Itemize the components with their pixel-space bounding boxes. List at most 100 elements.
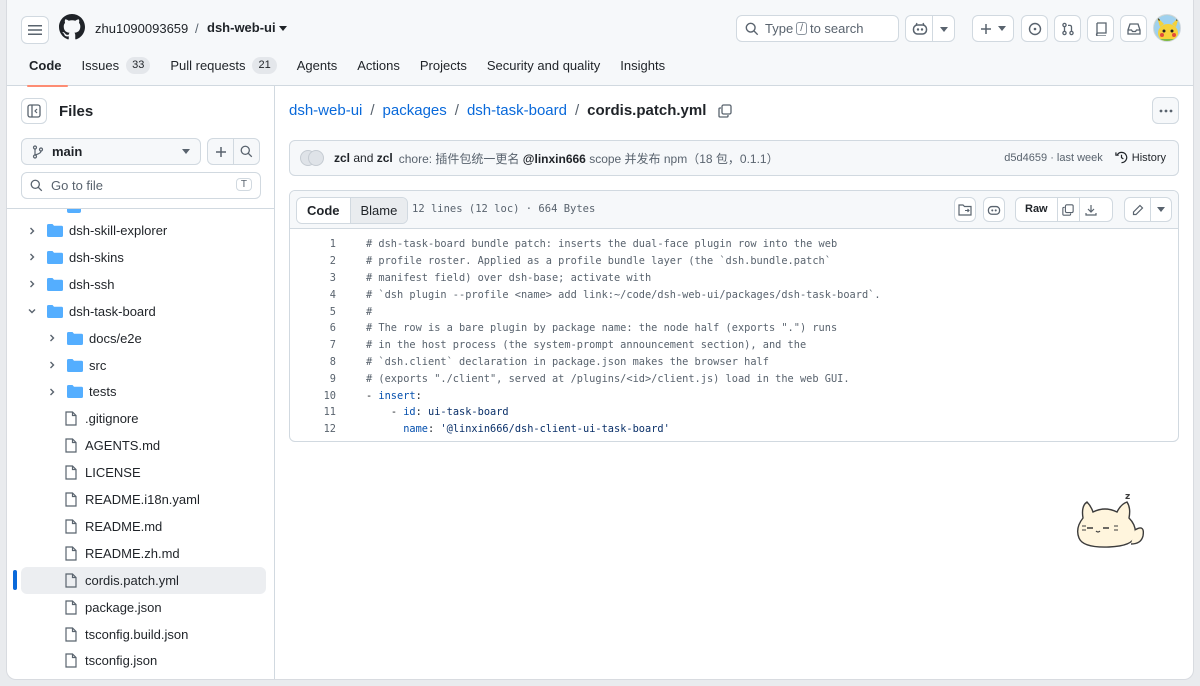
edit-file-button[interactable] [1125,198,1151,221]
chevron-right-icon[interactable] [27,226,37,236]
code-view-button[interactable]: Code [297,198,351,223]
breadcrumb-dsh-task-board-link[interactable]: dsh-task-board [467,102,567,119]
collapse-sidebar-button[interactable] [21,98,47,124]
line-number[interactable]: 6 [290,322,336,334]
issues-button[interactable] [1021,15,1048,42]
file-tree-file[interactable]: AGENTS.md [21,432,266,459]
edit-dropdown-button[interactable] [1151,207,1171,212]
repositories-button[interactable] [1087,15,1114,42]
tree-item-icon [67,384,83,400]
file-tree-folder[interactable]: dsh-skins [21,244,266,271]
tab-actions[interactable]: Actions [349,50,412,86]
file-tree-folder[interactable]: docs/e2e [21,325,266,352]
chevron-right-icon[interactable] [47,333,57,343]
tab-insights[interactable]: Insights [612,50,677,86]
tree-item-icon [47,276,63,292]
tree-expander[interactable] [45,331,59,345]
breadcrumb-repo-link[interactable]: dsh-web-ui [289,102,362,119]
more-options-button[interactable] [1152,97,1179,124]
folder-icon [67,358,83,372]
tree-expander[interactable] [25,250,39,264]
commit-author-link[interactable]: zcl [334,151,350,165]
tab-code[interactable]: Code [21,50,74,87]
tab-issues[interactable]: Issues 33 [74,50,163,86]
line-number[interactable]: 11 [290,406,336,418]
tab-label: Issues [81,57,120,73]
copilot-dropdown-caret-icon[interactable] [940,27,948,32]
inbox-button[interactable] [1120,15,1147,42]
file-tree-file[interactable]: LICENSE [21,459,266,486]
ask-copilot-button[interactable] [983,197,1005,222]
tab-agents[interactable]: Agents [289,50,349,86]
file-tree-file[interactable]: tsconfig.json [21,647,266,674]
tab-projects[interactable]: Projects [412,50,479,86]
file-tree-file[interactable]: package.json [21,594,266,621]
line-number[interactable]: 3 [290,272,336,284]
file-tree-file[interactable]: README.i18n.yaml [21,486,266,513]
line-number[interactable]: 1 [290,238,336,250]
line-number[interactable]: 2 [290,255,336,267]
comment-text: # profile roster. Applied as a profile b… [366,255,831,268]
line-number[interactable]: 9 [290,373,336,385]
file-tree-folder[interactable]: tests [21,378,266,405]
line-number[interactable]: 12 [290,423,336,435]
file-tree-file[interactable]: README.zh.md [21,540,266,567]
raw-button[interactable]: Raw [1016,198,1058,221]
folder-icon [47,250,63,264]
chevron-right-icon[interactable] [47,360,57,370]
github-logo-icon[interactable] [59,14,85,40]
tab-security-and-quality[interactable]: Security and quality [479,50,612,86]
tree-expander[interactable] [45,358,59,372]
commit-sha-link[interactable]: d5d4659 [1004,152,1047,164]
file-tree-folder[interactable]: dsh-task-board [21,298,266,325]
chevron-down-icon[interactable] [27,306,37,316]
line-number[interactable]: 5 [290,306,336,318]
copilot-button[interactable] [905,15,955,42]
branch-selector[interactable]: main [21,138,201,165]
tree-expander[interactable] [45,385,59,399]
open-symbols-button[interactable] [954,197,976,222]
tree-item-label: README.md [85,518,163,534]
commit-author-link[interactable]: zcl [377,151,393,165]
file-tree-file[interactable]: tsconfig.build.json [21,621,266,648]
file-tree-file[interactable]: README.md [21,513,266,540]
repo-name-link[interactable]: dsh-web-ui [207,20,276,35]
line-number[interactable]: 8 [290,356,336,368]
commit-author-avatars[interactable] [300,148,326,168]
search-input[interactable]: Type / to search [736,15,899,42]
repo-owner-link[interactable]: zhu1090093659 [95,21,188,36]
repo-dropdown-caret-icon[interactable] [279,26,287,31]
copy-path-icon[interactable] [718,103,733,118]
tree-expander[interactable] [25,224,39,238]
copy-raw-button[interactable] [1058,198,1080,221]
chevron-right-icon[interactable] [27,279,37,289]
file-tree-file[interactable]: cordis.patch.yml [21,566,266,594]
download-raw-button[interactable] [1080,198,1102,221]
latest-commit-bar: zcl and zcl chore: 插件包统一更名 @linxin666 sc… [289,140,1179,176]
add-file-button[interactable] [207,138,234,165]
pull-requests-button[interactable] [1054,15,1081,42]
tab-pull-requests[interactable]: Pull requests 21 [162,50,288,86]
tree-expander[interactable] [25,277,39,291]
chevron-right-icon[interactable] [47,387,57,397]
go-to-file-input[interactable]: Go to file T [21,172,261,199]
blame-view-button[interactable]: Blame [350,198,408,223]
line-number[interactable]: 7 [290,339,336,351]
file-tree-folder[interactable]: dsh-skill-explorer [21,217,266,244]
chevron-right-icon[interactable] [27,252,37,262]
code-blame-toggle: Code Blame [296,197,409,224]
commit-message-link[interactable]: chore: 插件包统一更名 @linxin666 scope 并发布 npm（… [399,150,779,167]
user-avatar[interactable] [1153,14,1181,42]
hamburger-menu-button[interactable] [21,16,49,44]
file-tree-file[interactable]: .gitignore [21,405,266,432]
line-number[interactable]: 10 [290,390,336,402]
create-new-button[interactable] [972,15,1014,42]
search-prefix: Type [765,21,794,36]
file-tree-folder[interactable]: dsh-ssh [21,271,266,298]
breadcrumb-packages-link[interactable]: packages [383,102,447,119]
line-number[interactable]: 4 [290,289,336,301]
file-tree-folder[interactable]: src [21,352,266,379]
search-files-button[interactable] [233,138,260,165]
history-button[interactable]: History [1115,151,1166,164]
tree-expander[interactable] [25,304,39,318]
